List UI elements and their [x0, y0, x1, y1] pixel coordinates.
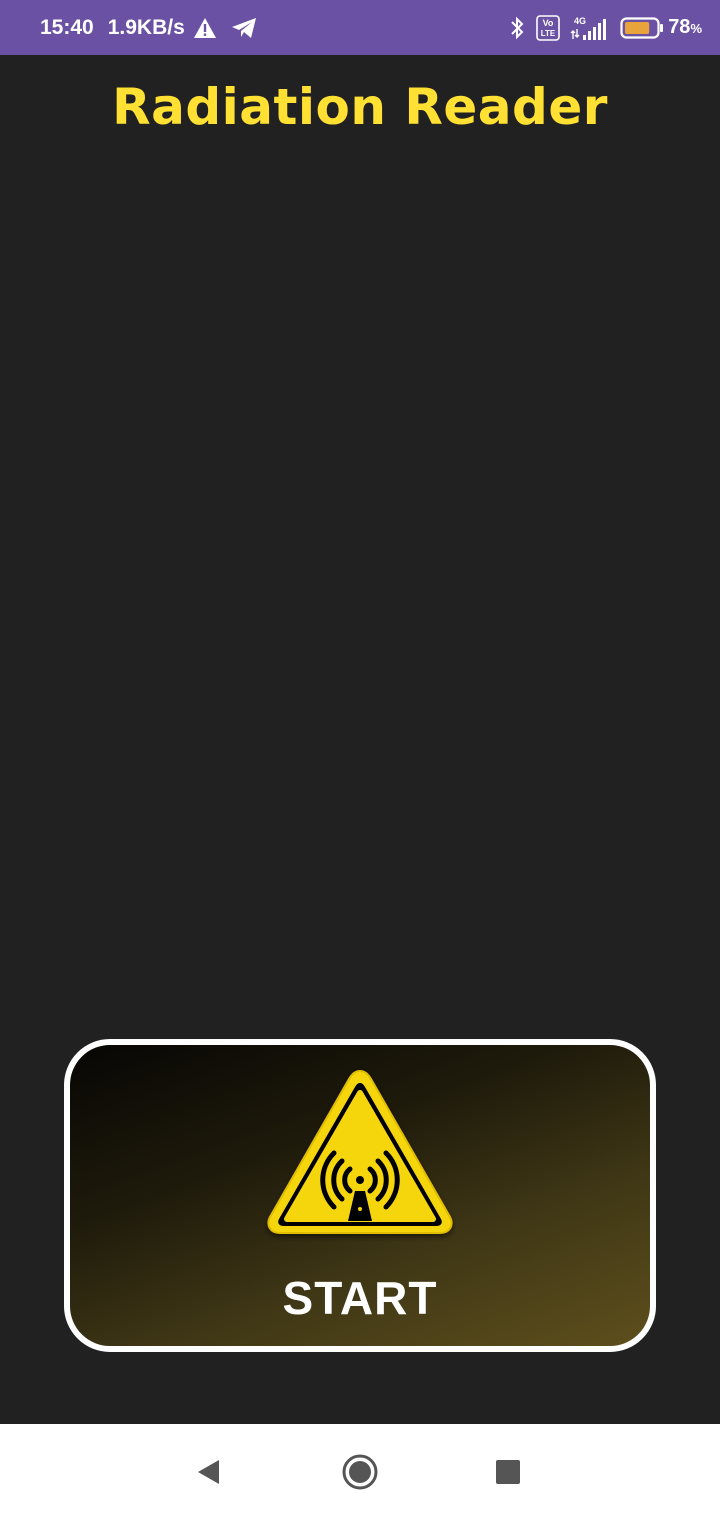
- app-title: Radiation Reader: [112, 78, 608, 136]
- navigation-bar: [0, 1424, 720, 1520]
- radiation-warning-icon: [267, 1069, 453, 1234]
- warning-icon: [193, 17, 217, 39]
- home-icon[interactable]: [340, 1452, 380, 1492]
- network-speed: 1.9KB/s: [107, 15, 185, 39]
- back-icon[interactable]: [188, 1452, 228, 1492]
- battery-percent: 78%: [668, 16, 702, 38]
- status-bar-right: Vo LTE 4G 78%: [508, 0, 702, 55]
- recents-icon[interactable]: [488, 1452, 528, 1492]
- start-label: START: [282, 1272, 438, 1324]
- svg-text:4G: 4G: [574, 16, 586, 26]
- status-time: 15:40: [40, 15, 94, 39]
- start-button[interactable]: START: [64, 1039, 656, 1352]
- signal-icon: 4G: [570, 15, 610, 41]
- status-bar: 15:40 1.9KB/s Vo LTE 4G 78%: [0, 0, 720, 55]
- volte-icon: Vo LTE: [536, 14, 560, 41]
- svg-text:LTE: LTE: [541, 29, 556, 38]
- telegram-icon: [231, 17, 257, 39]
- battery-indicator: 78%: [620, 16, 702, 40]
- bluetooth-icon: [508, 16, 526, 40]
- svg-text:Vo: Vo: [543, 18, 554, 28]
- battery-icon: [620, 16, 664, 39]
- status-bar-left: 15:40 1.9KB/s: [40, 0, 257, 55]
